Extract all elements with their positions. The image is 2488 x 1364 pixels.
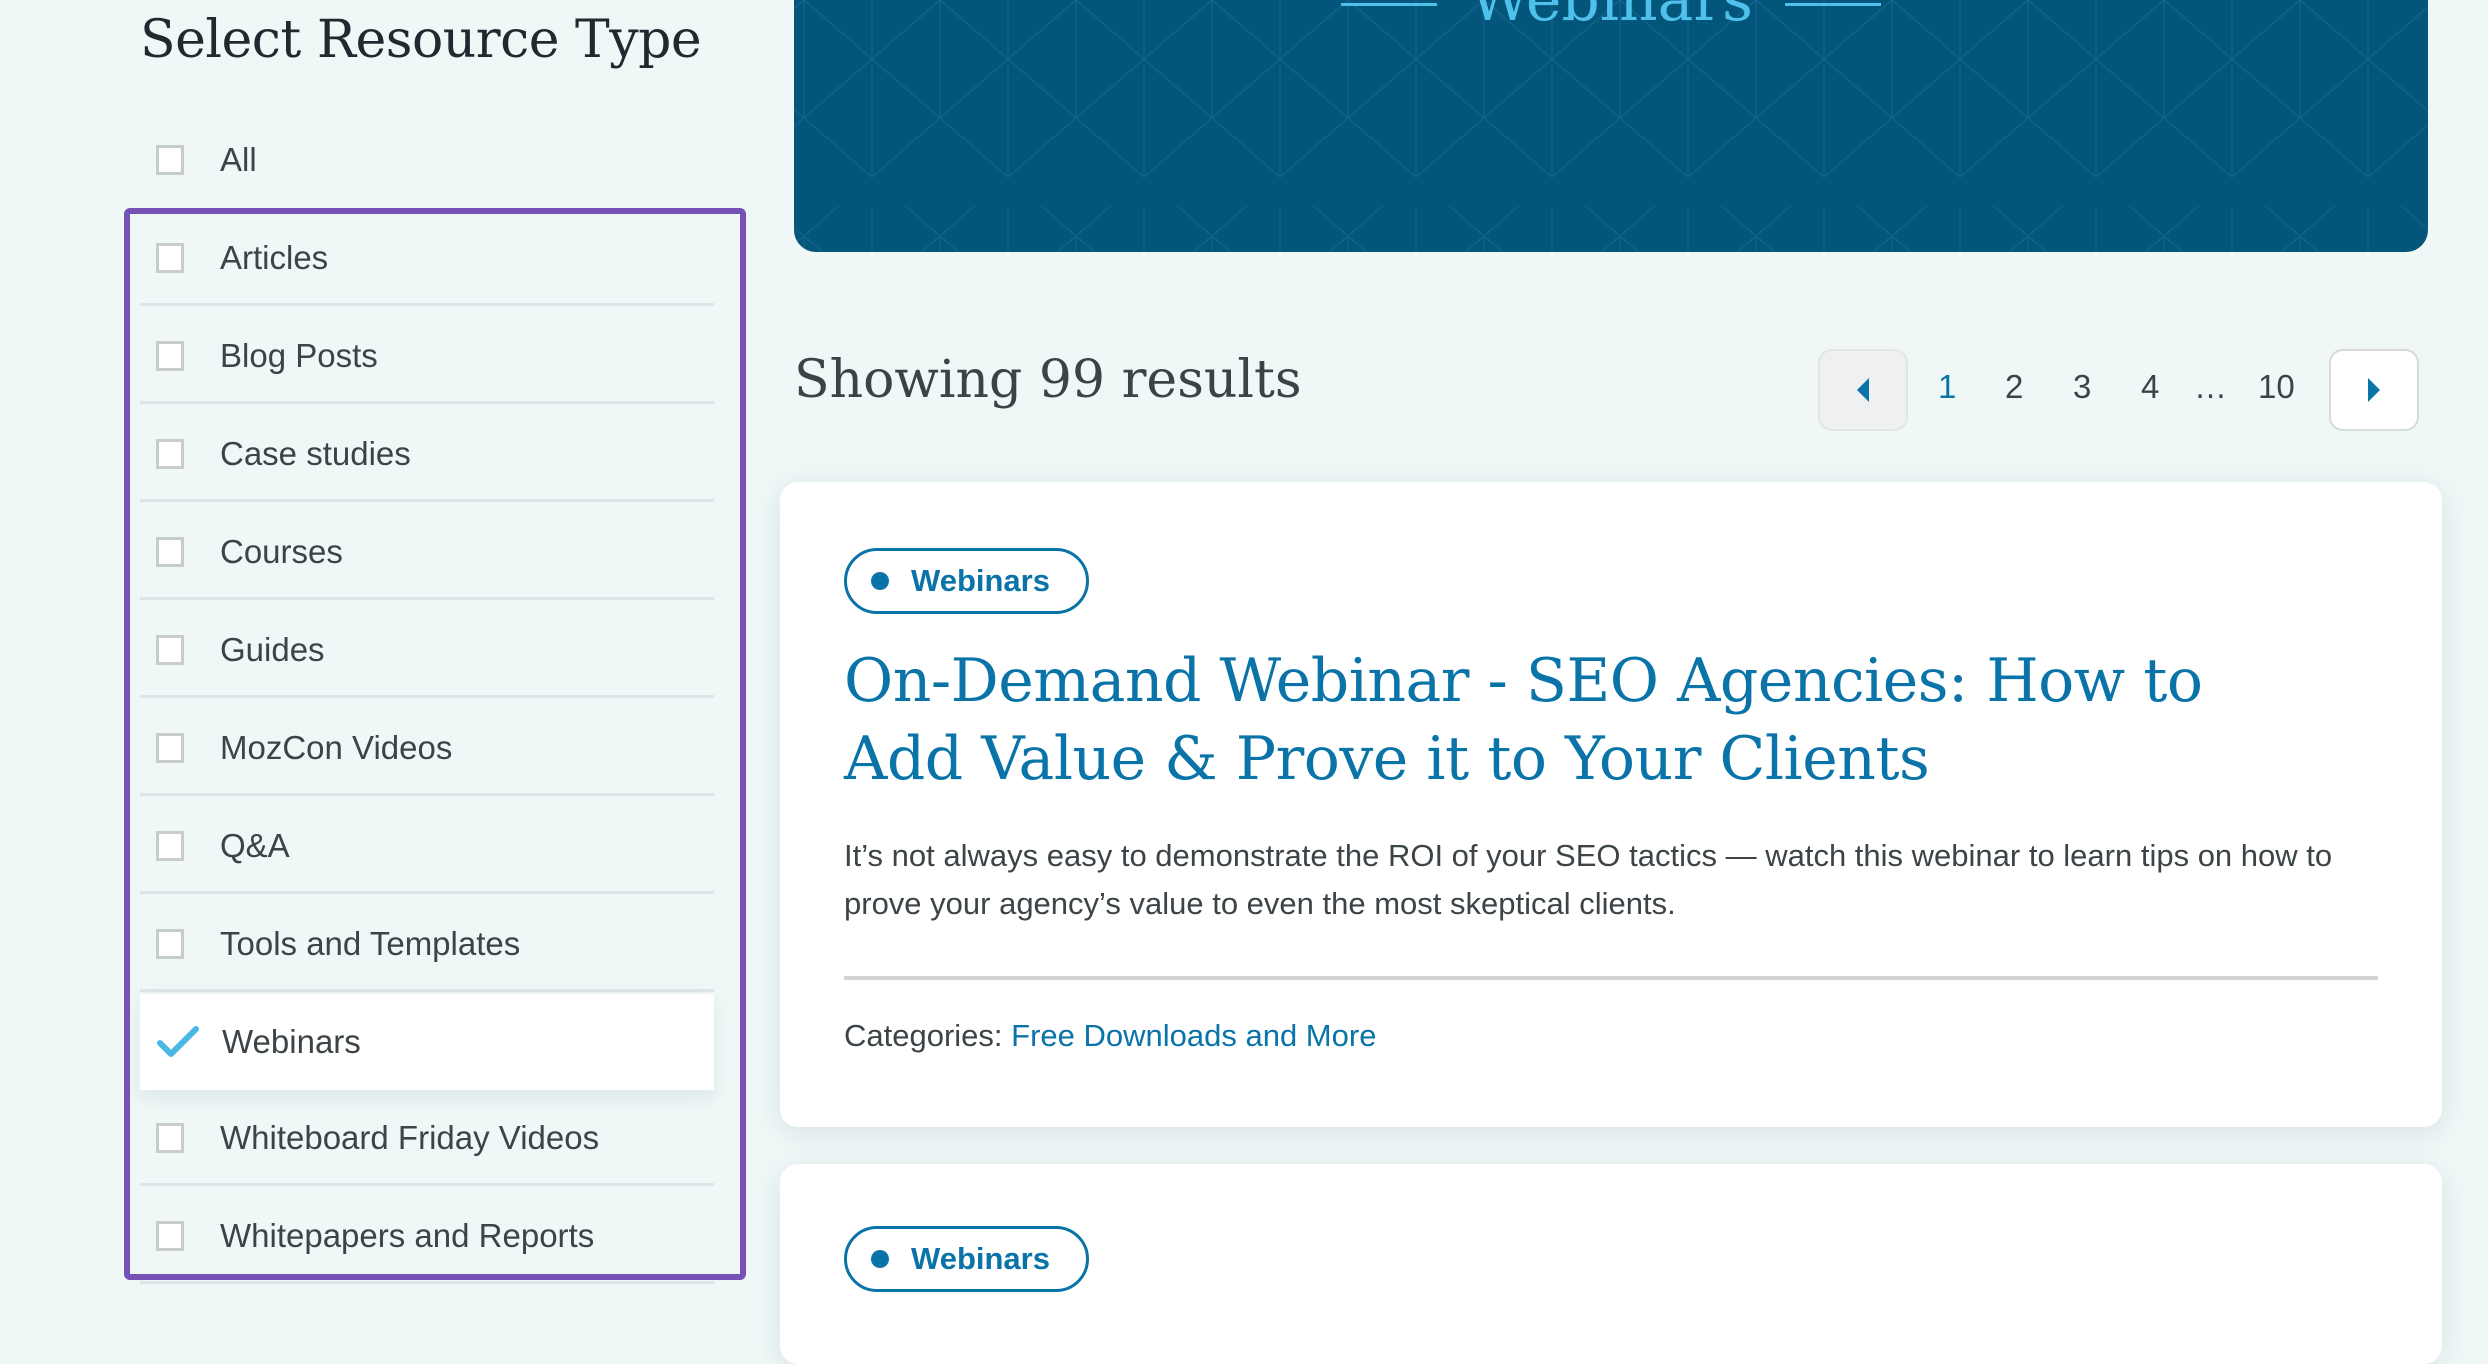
filter-guides[interactable]: Guides <box>140 602 714 698</box>
checkmark-icon[interactable] <box>156 1024 200 1060</box>
filter-all[interactable]: All <box>140 112 714 208</box>
card-categories: Categories: Free Downloads and More <box>844 1018 1376 1054</box>
filter-label: MozCon Videos <box>220 729 453 766</box>
caret-right-icon <box>2368 378 2380 402</box>
checkbox[interactable] <box>156 733 184 763</box>
filter-courses[interactable]: Courses <box>140 504 714 600</box>
category-link[interactable]: Free Downloads and More <box>1011 1018 1376 1053</box>
filter-label: Articles <box>220 239 329 276</box>
filter-whitepapers-reports[interactable]: Whitepapers and Reports <box>140 1188 714 1284</box>
page-4[interactable]: 4 <box>2141 368 2159 406</box>
filter-label: Courses <box>220 533 343 570</box>
tag-label: Webinars <box>911 1241 1050 1276</box>
checkbox[interactable] <box>156 537 184 567</box>
filter-blog-posts[interactable]: Blog Posts <box>140 308 714 404</box>
banner-title: Webinars <box>1469 0 1753 35</box>
checkbox[interactable] <box>156 1221 184 1251</box>
resource-type-tag[interactable]: Webinars <box>844 548 1089 614</box>
filter-label: Webinars <box>222 1023 361 1060</box>
checkbox[interactable] <box>156 145 184 175</box>
filter-mozcon-videos[interactable]: MozCon Videos <box>140 700 714 796</box>
checkbox[interactable] <box>156 929 184 959</box>
checkbox[interactable] <box>156 831 184 861</box>
divider <box>844 976 2378 980</box>
categories-label: Categories: <box>844 1018 1012 1053</box>
previous-page-button[interactable] <box>1818 349 1908 431</box>
filter-whiteboard-friday[interactable]: Whiteboard Friday Videos <box>140 1090 714 1186</box>
filter-tools-templates[interactable]: Tools and Templates <box>140 896 714 992</box>
card-description: It’s not always easy to demonstrate the … <box>844 838 2333 921</box>
filter-webinars[interactable]: Webinars <box>140 994 714 1090</box>
filter-label: Blog Posts <box>220 337 378 374</box>
checkbox[interactable] <box>156 1123 184 1153</box>
filter-heading: Select Resource Type <box>140 10 702 70</box>
page-10[interactable]: 10 <box>2258 368 2295 406</box>
caret-left-icon <box>1857 378 1869 402</box>
filter-case-studies[interactable]: Case studies <box>140 406 714 502</box>
page-2[interactable]: 2 <box>2005 368 2023 406</box>
page-3[interactable]: 3 <box>2073 368 2091 406</box>
filter-label: Whitepapers and Reports <box>220 1217 595 1254</box>
checkbox[interactable] <box>156 439 184 469</box>
filter-label: Q&A <box>220 827 290 864</box>
dot-icon <box>871 1250 889 1268</box>
filter-articles[interactable]: Articles <box>140 210 714 306</box>
result-card: Webinars <box>780 1164 2442 1364</box>
filter-label: Guides <box>220 631 325 668</box>
result-card: Webinars On-Demand Webinar - SEO Agencie… <box>780 482 2442 1127</box>
filter-label: All <box>220 141 257 178</box>
tag-label: Webinars <box>911 563 1050 598</box>
card-title-link[interactable]: On-Demand Webinar - SEO Agencies: How to… <box>844 642 2324 798</box>
page-ellipsis: … <box>2194 368 2227 405</box>
hero-banner: Webinars <box>794 0 2428 252</box>
next-page-button[interactable] <box>2329 349 2419 431</box>
resource-type-tag[interactable]: Webinars <box>844 1226 1089 1292</box>
decorative-line <box>1341 2 1438 6</box>
checkbox[interactable] <box>156 635 184 665</box>
decorative-line <box>1784 2 1881 6</box>
filter-label: Whiteboard Friday Videos <box>220 1119 600 1156</box>
page-1[interactable]: 1 <box>1938 368 1956 406</box>
checkbox[interactable] <box>156 341 184 371</box>
filter-label: Tools and Templates <box>220 925 521 962</box>
checkbox[interactable] <box>156 243 184 273</box>
filter-qa[interactable]: Q&A <box>140 798 714 894</box>
filter-label: Case studies <box>220 435 411 472</box>
results-count: Showing 99 results <box>794 350 1302 410</box>
dot-icon <box>871 572 889 590</box>
